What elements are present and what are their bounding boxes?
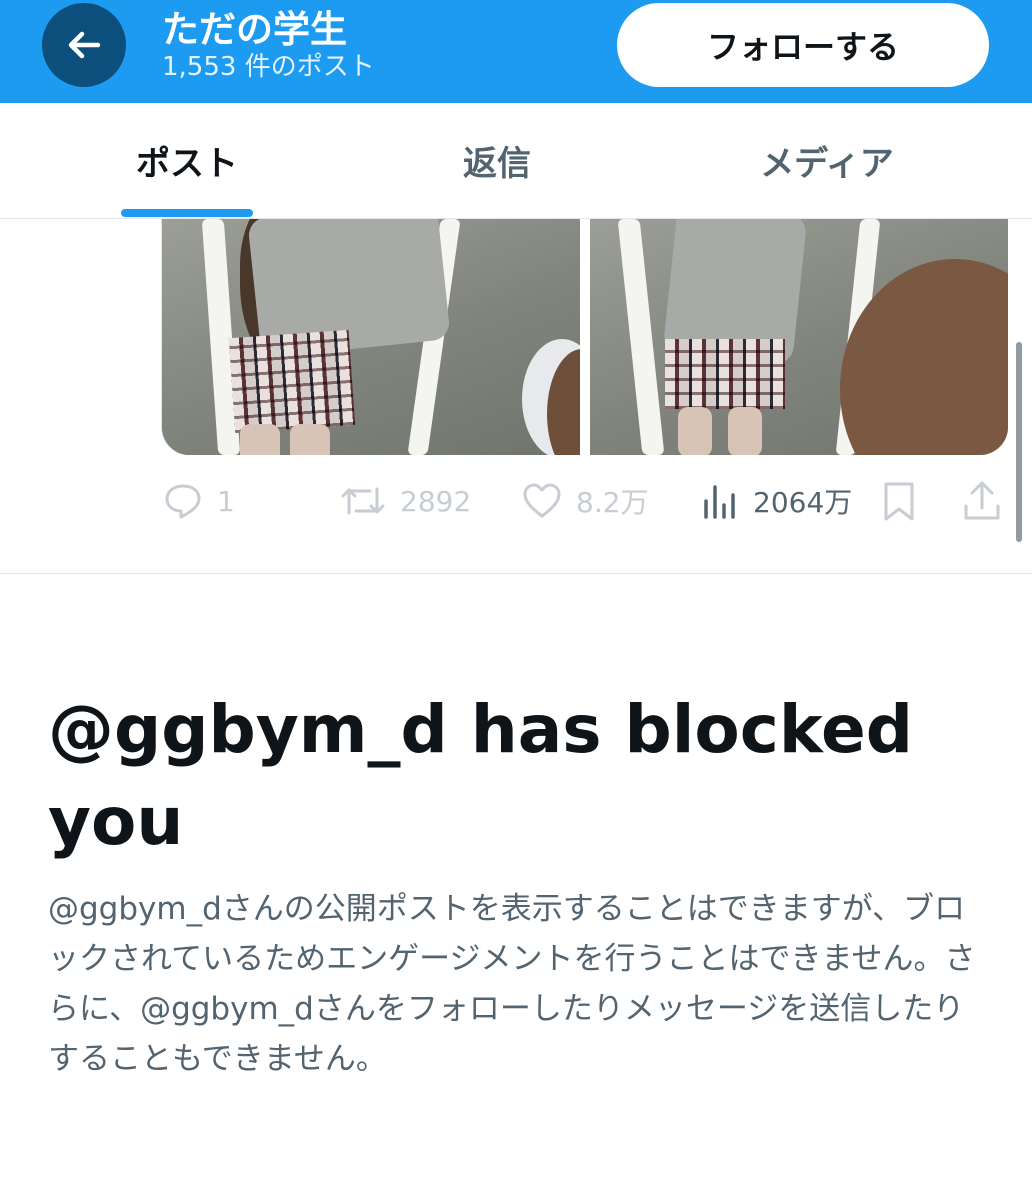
back-button[interactable] bbox=[42, 3, 126, 87]
scrollbar[interactable] bbox=[1016, 342, 1022, 542]
profile-name: ただの学生 bbox=[162, 8, 347, 51]
tab-replies[interactable]: 返信 bbox=[372, 103, 622, 218]
active-tab-indicator bbox=[121, 209, 253, 217]
like-button[interactable]: 8.2万 bbox=[522, 478, 649, 524]
post-image-2[interactable] bbox=[590, 219, 1008, 455]
repost-button[interactable]: 2892 bbox=[340, 478, 471, 524]
views-icon bbox=[704, 485, 735, 519]
reply-icon bbox=[165, 484, 201, 519]
profile-tabs: ポスト 返信 メディア bbox=[0, 103, 1032, 219]
section-divider bbox=[0, 573, 1032, 574]
repost-count: 2892 bbox=[400, 484, 472, 518]
header-title-block: ただの学生 1,553 件のポスト bbox=[162, 8, 375, 82]
blocked-title: @ggbym_d has blocked you bbox=[48, 691, 913, 860]
views-button[interactable]: 2064万 bbox=[703, 478, 852, 524]
share-button[interactable] bbox=[962, 478, 1002, 524]
heart-icon bbox=[523, 483, 561, 518]
bookmark-icon bbox=[884, 482, 914, 521]
repost-icon bbox=[341, 487, 385, 515]
reply-count: 1 bbox=[217, 484, 235, 518]
tab-posts[interactable]: ポスト bbox=[62, 103, 312, 218]
post-count: 1,553 件のポスト bbox=[162, 52, 375, 82]
views-count: 2064万 bbox=[753, 486, 853, 519]
share-icon bbox=[964, 481, 1000, 520]
profile-header: ただの学生 1,553 件のポスト フォローする bbox=[0, 0, 1032, 103]
follow-button[interactable]: フォローする bbox=[617, 3, 989, 87]
like-count: 8.2万 bbox=[576, 486, 649, 519]
reply-button[interactable]: 1 bbox=[163, 478, 235, 524]
arrow-left-icon bbox=[68, 31, 101, 59]
blocked-message: @ggbym_dさんの公開ポストを表示することはできますが、ブロックされているた… bbox=[48, 891, 976, 1077]
post-image-1[interactable] bbox=[161, 219, 580, 455]
bookmark-button[interactable] bbox=[882, 478, 916, 524]
tab-media[interactable]: メディア bbox=[702, 103, 952, 218]
